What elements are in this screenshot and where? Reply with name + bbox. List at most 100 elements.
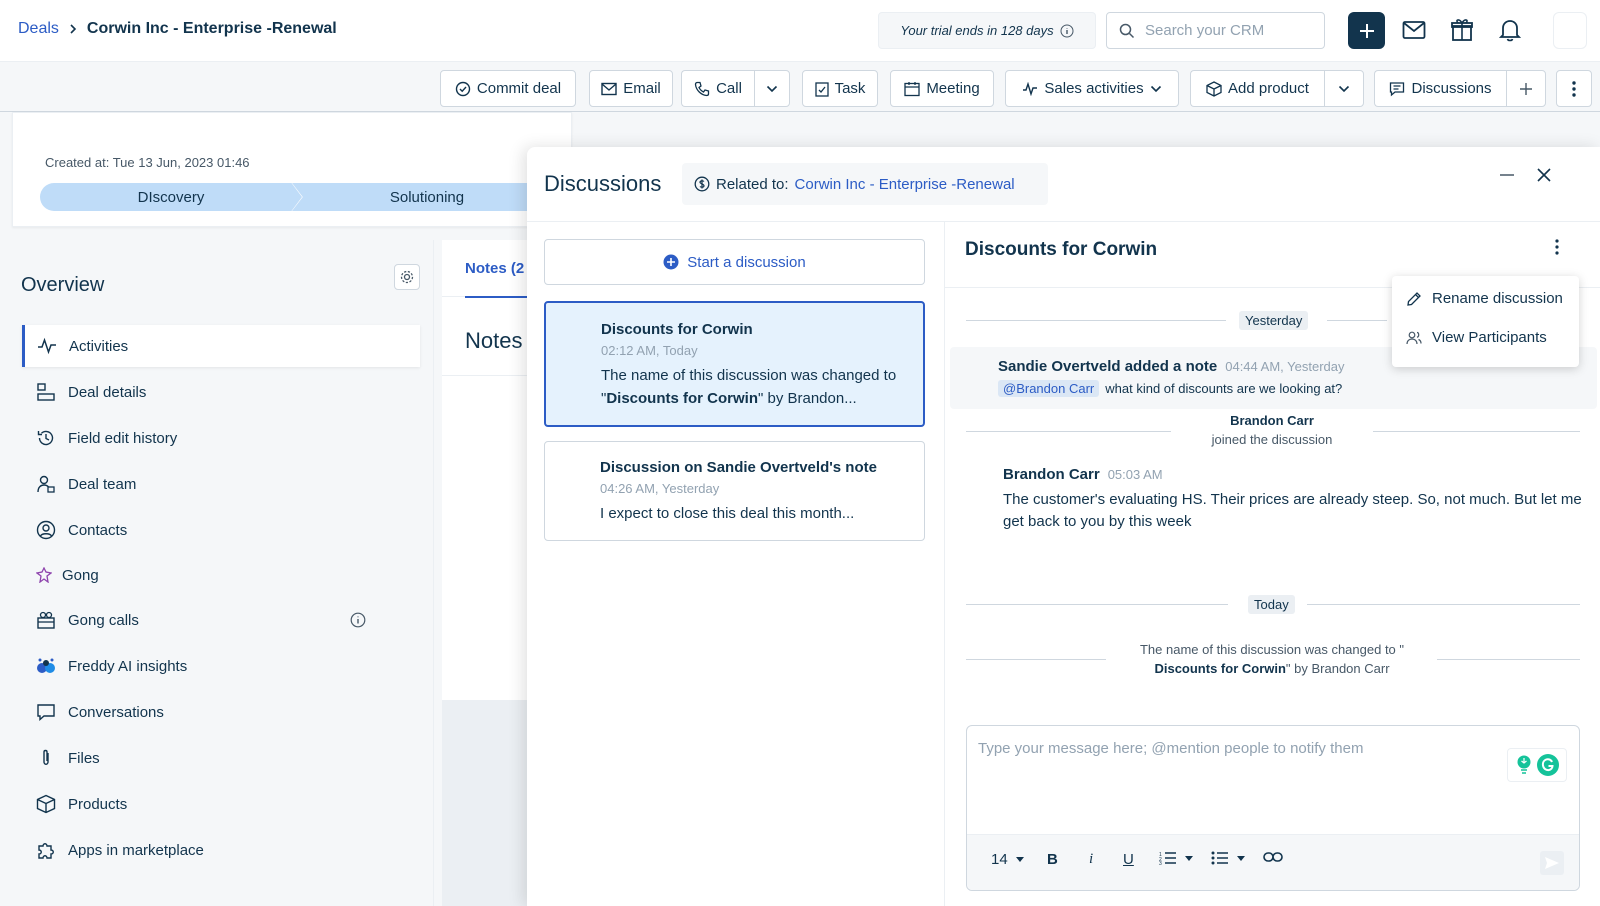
add-product-button[interactable]: Add product <box>1190 70 1324 107</box>
sidebar-item-gong-calls[interactable]: Gong calls <box>22 599 420 641</box>
rename-discussion-menu-item[interactable]: Rename discussion <box>1406 290 1563 307</box>
caret-down-icon <box>1185 855 1193 861</box>
send-button[interactable] <box>1540 851 1564 875</box>
plus-icon <box>1359 23 1374 38</box>
thread-more-icon[interactable] <box>1555 239 1559 255</box>
call-options-button[interactable] <box>754 70 790 107</box>
sidebar-item-label: Gong <box>62 566 99 584</box>
action-toolbar: Commit deal Email Call Task Meeting Sale… <box>0 62 1600 112</box>
add-product-options-button[interactable] <box>1324 70 1364 107</box>
discussion-title: Discussion on Sandie Overtveld's note <box>600 459 877 476</box>
create-button[interactable] <box>1348 12 1385 49</box>
mention-chip[interactable]: @Brandon Carr <box>998 380 1100 397</box>
start-discussion-button[interactable]: Start a discussion <box>544 239 925 285</box>
view-participants-menu-item[interactable]: View Participants <box>1406 329 1547 346</box>
pulse-icon <box>1022 81 1038 96</box>
breadcrumb-current: Corwin Inc - Enterprise -Renewal <box>86 20 337 37</box>
sales-activities-button[interactable]: Sales activities <box>1005 70 1179 107</box>
bullet-list-icon[interactable] <box>1211 851 1245 865</box>
sidebar-item-activities[interactable]: Activities <box>22 325 420 367</box>
sidebar-item-freddy-ai-insights[interactable]: Freddy AI insights <box>22 645 420 687</box>
sidebar-item-conversations[interactable]: Conversations <box>22 691 420 733</box>
discussion-title: Discounts for Corwin <box>601 321 753 338</box>
grammarly-widget[interactable] <box>1507 748 1567 782</box>
sidebar-item-products[interactable]: Products <box>22 783 420 825</box>
plus-circle-icon <box>663 254 679 270</box>
discussion-list-item[interactable]: Discounts for Corwin 02:12 AM, Today The… <box>544 301 925 427</box>
sidebar-item-deal-details[interactable]: Deal details <box>22 371 420 413</box>
sidebar-item-files[interactable]: Files <box>22 737 420 779</box>
email-button[interactable]: Email <box>589 70 673 107</box>
discussions-modal: Discussions Related to: Corwin Inc - Ent… <box>527 147 1600 906</box>
send-icon <box>1545 857 1559 869</box>
search-placeholder: Search your CRM <box>1145 22 1265 39</box>
font-size-select[interactable]: 14 <box>991 851 1024 868</box>
start-discussion-label: Start a discussion <box>687 253 806 271</box>
sidebar-item-label: Deal details <box>68 383 147 401</box>
new-discussion-button[interactable] <box>1506 70 1546 107</box>
info-icon[interactable] <box>350 612 366 628</box>
info-icon[interactable] <box>1060 24 1074 38</box>
joined-notice: Brandon Carr joined the discussion <box>1182 411 1362 449</box>
italic-icon[interactable]: i <box>1089 851 1093 868</box>
check-circle-icon <box>455 81 471 97</box>
meeting-button[interactable]: Meeting <box>890 70 994 107</box>
call-button[interactable]: Call <box>681 70 754 107</box>
chevron-down-icon <box>1150 85 1162 93</box>
stage-discovery[interactable]: DIscovery <box>40 183 302 211</box>
search-input[interactable]: Search your CRM <box>1106 12 1325 49</box>
discussion-list-item[interactable]: Discussion on Sandie Overtveld's note 04… <box>544 441 925 541</box>
calendar-icon <box>904 81 920 97</box>
more-actions-button[interactable] <box>1556 70 1592 107</box>
sidebar-item-label: Files <box>68 749 100 767</box>
thread-title: Discounts for Corwin <box>965 239 1158 260</box>
gong-icon <box>36 565 52 585</box>
composer-toolbar: 14 B i U 123 <box>967 834 1579 890</box>
joined-name: Brandon Carr <box>1230 413 1314 428</box>
sidebar-item-apps-in-marketplace[interactable]: Apps in marketplace <box>22 829 420 871</box>
rename-notice: The name of this discussion was changed … <box>1097 640 1447 678</box>
breadcrumb-deals-link[interactable]: Deals <box>18 20 59 38</box>
chevron-right-icon <box>67 23 79 35</box>
sidebar-item-deal-team[interactable]: Deal team <box>22 463 420 505</box>
sidebar-item-field-edit-history[interactable]: Field edit history <box>22 417 420 459</box>
pulse-icon <box>37 336 57 356</box>
chat-icon <box>36 702 56 722</box>
gift-icon[interactable] <box>1448 16 1476 44</box>
message-author-name: Sandie Overtveld added a note <box>998 358 1218 375</box>
close-icon[interactable] <box>1536 167 1552 183</box>
related-deal-link[interactable]: Corwin Inc - Enterprise -Renewal <box>795 176 1015 193</box>
discussion-time: 02:12 AM, Today <box>601 343 698 358</box>
bell-icon[interactable] <box>1496 16 1524 44</box>
sidebar-item-gong[interactable]: Gong <box>22 554 420 596</box>
minimize-icon[interactable] <box>1499 167 1515 183</box>
ordered-list-icon[interactable]: 123 <box>1159 851 1193 865</box>
commit-deal-button[interactable]: Commit deal <box>440 70 576 107</box>
composer-placeholder: Type your message here; @mention people … <box>978 740 1364 757</box>
caret-down-icon <box>1015 857 1024 862</box>
sidebar-item-label: Conversations <box>68 703 164 721</box>
bold-icon[interactable]: B <box>1047 851 1058 868</box>
meeting-label: Meeting <box>926 80 980 97</box>
divider <box>944 221 945 906</box>
discussion-preview: The name of this discussion was changed … <box>601 364 923 410</box>
menu-item-label: View Participants <box>1432 329 1547 346</box>
settings-button[interactable] <box>394 264 420 290</box>
sidebar-item-contacts[interactable]: Contacts <box>22 509 420 551</box>
mail-icon[interactable] <box>1400 16 1428 44</box>
underline-icon[interactable]: U <box>1123 851 1134 868</box>
task-button[interactable]: Task <box>802 70 878 107</box>
tab-notes[interactable]: Notes (2 <box>465 260 524 277</box>
stage-solutioning[interactable]: Solutioning <box>292 183 562 211</box>
date-separator-line <box>966 659 1106 660</box>
phone-icon <box>694 81 710 97</box>
message-composer[interactable]: Type your message here; @mention people … <box>966 725 1580 891</box>
avatar[interactable] <box>1553 12 1587 49</box>
box-icon <box>36 794 56 814</box>
puzzle-icon <box>36 840 56 860</box>
freddy-icon <box>36 656 56 676</box>
notes-heading: Notes <box>465 328 523 353</box>
vertical-dots-icon <box>1572 80 1576 97</box>
link-icon[interactable] <box>1263 851 1283 863</box>
discussions-button[interactable]: Discussions <box>1374 70 1506 107</box>
